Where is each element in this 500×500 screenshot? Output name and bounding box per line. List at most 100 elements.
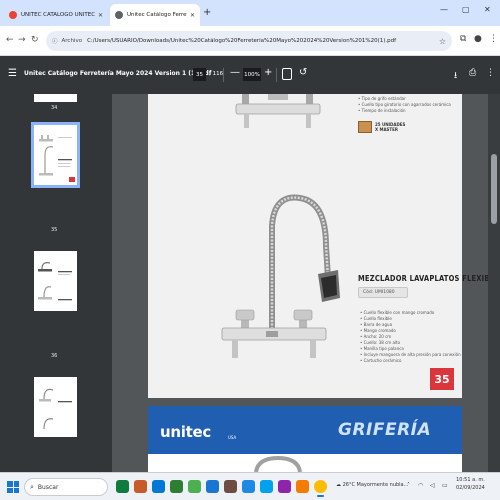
- flexible-faucet-image: [221, 194, 340, 358]
- feature-line: • Cartucho cerámico: [360, 358, 402, 363]
- forward-arrow-icon[interactable]: →: [18, 35, 26, 45]
- more-options-icon[interactable]: ⋮: [486, 68, 495, 78]
- feature-line: • Incluye manguera de alta presión para …: [360, 352, 461, 357]
- back-arrow-icon[interactable]: ←: [6, 35, 14, 45]
- reload-icon[interactable]: ↻: [31, 35, 39, 45]
- minimize-icon[interactable]: —: [440, 5, 448, 14]
- cardboard-box-icon: [358, 121, 372, 133]
- page-number-input[interactable]: 35: [193, 68, 206, 81]
- whatsapp-icon[interactable]: [188, 480, 201, 493]
- thumbnail-page-number: 35: [51, 227, 58, 233]
- chrome-menu-icon[interactable]: ⋮: [489, 34, 498, 44]
- chrome-icon[interactable]: [314, 480, 327, 497]
- master-label: X MASTER: [375, 127, 398, 132]
- taskbar-search[interactable]: ⌕ Buscar: [24, 478, 108, 496]
- files-icon[interactable]: [224, 480, 237, 493]
- feature-line: • Tipo de grifo estándar: [358, 96, 406, 101]
- pdf-toolbar: ☰ Unitec Catálogo Ferretería Mayo 2024 V…: [0, 56, 500, 94]
- thumbnail-sidebar[interactable]: 34 35 36: [0, 94, 112, 472]
- close-window-icon[interactable]: ✕: [484, 5, 491, 14]
- product-title: MEZCLADOR LAVAPLATOS FLEXIBLE: [358, 274, 500, 283]
- wifi-icon[interactable]: ◠: [418, 482, 423, 489]
- close-tab-icon[interactable]: ✕: [98, 12, 103, 19]
- scrollbar-thumb[interactable]: [491, 154, 497, 224]
- sidebar-menu-icon[interactable]: ☰: [8, 68, 17, 79]
- feature-line: • Ancho: 20 cm: [360, 334, 392, 339]
- tab-unitec-catalogo[interactable]: UNITEC CATALOGO UNITEC 2024 ✕: [4, 4, 108, 26]
- clock-date: 02/09/2024: [456, 485, 485, 491]
- file-explorer-icon[interactable]: [116, 480, 129, 493]
- clock-time: 10:51 a. m.: [456, 477, 485, 483]
- feature-line: • Cuello flexible con mango cromado: [360, 310, 435, 315]
- feature-line: • Manilla tipo palanca: [360, 346, 404, 351]
- vertical-scrollbar[interactable]: [488, 94, 500, 472]
- weather-temp: 26°C: [342, 482, 355, 488]
- address-bar[interactable]: ⓘ Archivo C:/Users/USUARIO/Downloads/Uni…: [46, 31, 452, 51]
- word-icon[interactable]: [242, 480, 255, 493]
- rotate-icon[interactable]: ↺: [299, 67, 307, 78]
- new-tab-plus-icon[interactable]: +: [203, 7, 211, 18]
- units-per-master-badge: 25 UNIDADES X MASTER: [358, 121, 405, 133]
- photos-icon[interactable]: [278, 480, 291, 493]
- tray-chevron-icon[interactable]: ˄: [407, 482, 410, 489]
- unitec-logo: unitec: [160, 423, 211, 441]
- page-thumbnail-35[interactable]: [31, 122, 80, 188]
- page-thumbnail-36[interactable]: [34, 251, 77, 311]
- extensions-icon[interactable]: ⧉: [460, 34, 466, 44]
- zoom-out-icon[interactable]: —: [230, 67, 240, 78]
- document-title: Unitec Catálogo Ferretería Mayo 2024 Ver…: [24, 70, 212, 77]
- pdf-viewer[interactable]: • Tipo de grifo estándar • Cuello tipo g…: [112, 94, 500, 472]
- maximize-icon[interactable]: ▢: [462, 5, 470, 14]
- zoom-in-icon[interactable]: +: [264, 67, 272, 78]
- file-scheme-chip: Archivo: [61, 38, 83, 44]
- download-icon[interactable]: ⭳: [454, 68, 457, 84]
- toolbar-divider: [276, 68, 277, 82]
- navigation-bar: ← → ↻ ⓘ Archivo C:/Users/USUARIO/Downloa…: [0, 26, 500, 56]
- feature-line: • Barra de agua: [360, 322, 393, 327]
- thumbnail-page-number: 34: [51, 105, 58, 111]
- page-thumbnail-34-tail[interactable]: [34, 94, 77, 102]
- bookmark-star-icon[interactable]: ☆: [439, 37, 446, 46]
- mail-icon[interactable]: [296, 480, 309, 493]
- feature-line: • Cuello: 38 cm alto: [360, 340, 401, 345]
- search-placeholder: Buscar: [37, 483, 59, 491]
- taskbar: ⌕ Buscar ☁ 26°C Mayormente nubla... ˄ ◠ …: [0, 472, 500, 500]
- outlook-icon[interactable]: [260, 480, 273, 493]
- tab-strip: UNITEC CATALOGO UNITEC 2024 ✕ Unitec Cat…: [0, 0, 500, 26]
- system-clock[interactable]: 10:51 a. m. 02/09/2024: [456, 476, 485, 492]
- unitec-logo-sub: USA: [228, 435, 237, 440]
- excel-icon[interactable]: [170, 480, 183, 493]
- pdf-page-35: • Tipo de grifo estándar • Cuello tipo g…: [148, 94, 499, 398]
- edge-icon[interactable]: [152, 480, 165, 493]
- feature-line: • Tiempo de instalación: [358, 108, 406, 113]
- weather-widget[interactable]: ☁ 26°C Mayormente nubla...: [336, 482, 408, 488]
- category-heading: GRIFERÍA: [338, 420, 432, 440]
- close-tab-icon[interactable]: ✕: [190, 12, 195, 19]
- office-icon[interactable]: [134, 480, 147, 493]
- globe-favicon-icon: [115, 11, 123, 19]
- tab-title: UNITEC CATALOGO UNITEC 2024: [21, 12, 95, 18]
- battery-icon[interactable]: ▭: [442, 482, 448, 489]
- store-icon[interactable]: [206, 480, 219, 493]
- toolbar-divider: [223, 68, 224, 82]
- page-thumbnail-37[interactable]: [34, 377, 77, 437]
- faucet-product-image: [235, 94, 321, 128]
- profile-avatar-icon[interactable]: ●: [474, 34, 482, 44]
- feature-line: • Cuello tipo giratorio con agarrados ce…: [358, 102, 451, 107]
- thumbnail-page-number: 36: [51, 353, 58, 359]
- page-total: / 116: [209, 71, 224, 77]
- tab-pdf-catalog[interactable]: Unitec Catálogo Ferretería Ma ✕: [110, 4, 200, 26]
- info-icon[interactable]: ⓘ: [52, 37, 58, 45]
- print-icon[interactable]: ⎙: [469, 68, 476, 78]
- speaker-icon[interactable]: ◁: [430, 482, 435, 489]
- pdf-page-36: unitec USA GRIFERÍA: [148, 406, 462, 472]
- zoom-level-input[interactable]: 100%: [243, 68, 261, 81]
- product-code: Cód: UMI1080: [358, 287, 408, 298]
- feature-line: • Cuello flexible: [360, 316, 392, 321]
- faucet-product-image: [254, 455, 302, 472]
- catalog-page-number: 35: [430, 368, 454, 390]
- search-icon: ⌕: [30, 482, 34, 491]
- windows-start-icon[interactable]: [7, 481, 19, 493]
- feature-line: • Mango cromado: [360, 328, 396, 333]
- fit-to-page-icon[interactable]: [282, 68, 292, 80]
